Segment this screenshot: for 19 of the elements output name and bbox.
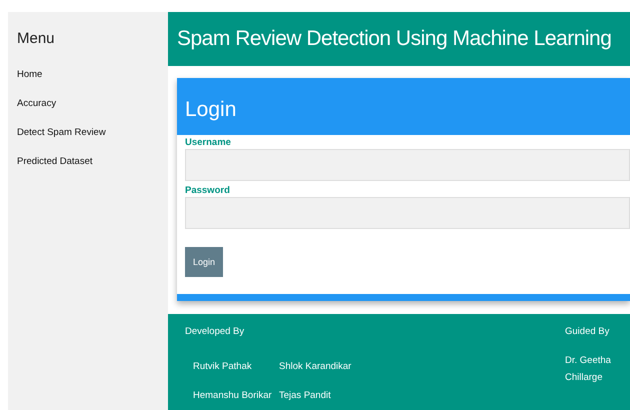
developer-name: Shlok Karandikar: [279, 361, 352, 372]
footer-heading: Guided By: [565, 326, 610, 337]
menu-link[interactable]: Home: [17, 69, 168, 98]
guide-name: Dr. Geetha Chillarge: [565, 354, 612, 385]
input-field[interactable]: [185, 197, 630, 229]
menu-link[interactable]: Accuracy: [17, 98, 168, 127]
page-title: Spam Review Detection Using Machine Learning: [177, 27, 612, 51]
developer-name: Tejas Pandit: [279, 390, 332, 401]
developer-name: Hemanshu Borikar: [193, 390, 273, 401]
input-field[interactable]: [185, 149, 630, 181]
menu-title: Menu: [17, 30, 56, 47]
login-button[interactable]: Login: [185, 247, 224, 277]
field-label: Password: [185, 185, 231, 196]
developer-name: Rutvik Pathak: [193, 361, 253, 372]
menu-link[interactable]: Predicted Dataset: [17, 156, 168, 185]
card-title: Login: [185, 98, 236, 122]
menu-link[interactable]: Detect Spam Review: [17, 127, 168, 156]
field-label: Username: [185, 137, 232, 148]
footer-heading: Developed By: [185, 326, 246, 337]
